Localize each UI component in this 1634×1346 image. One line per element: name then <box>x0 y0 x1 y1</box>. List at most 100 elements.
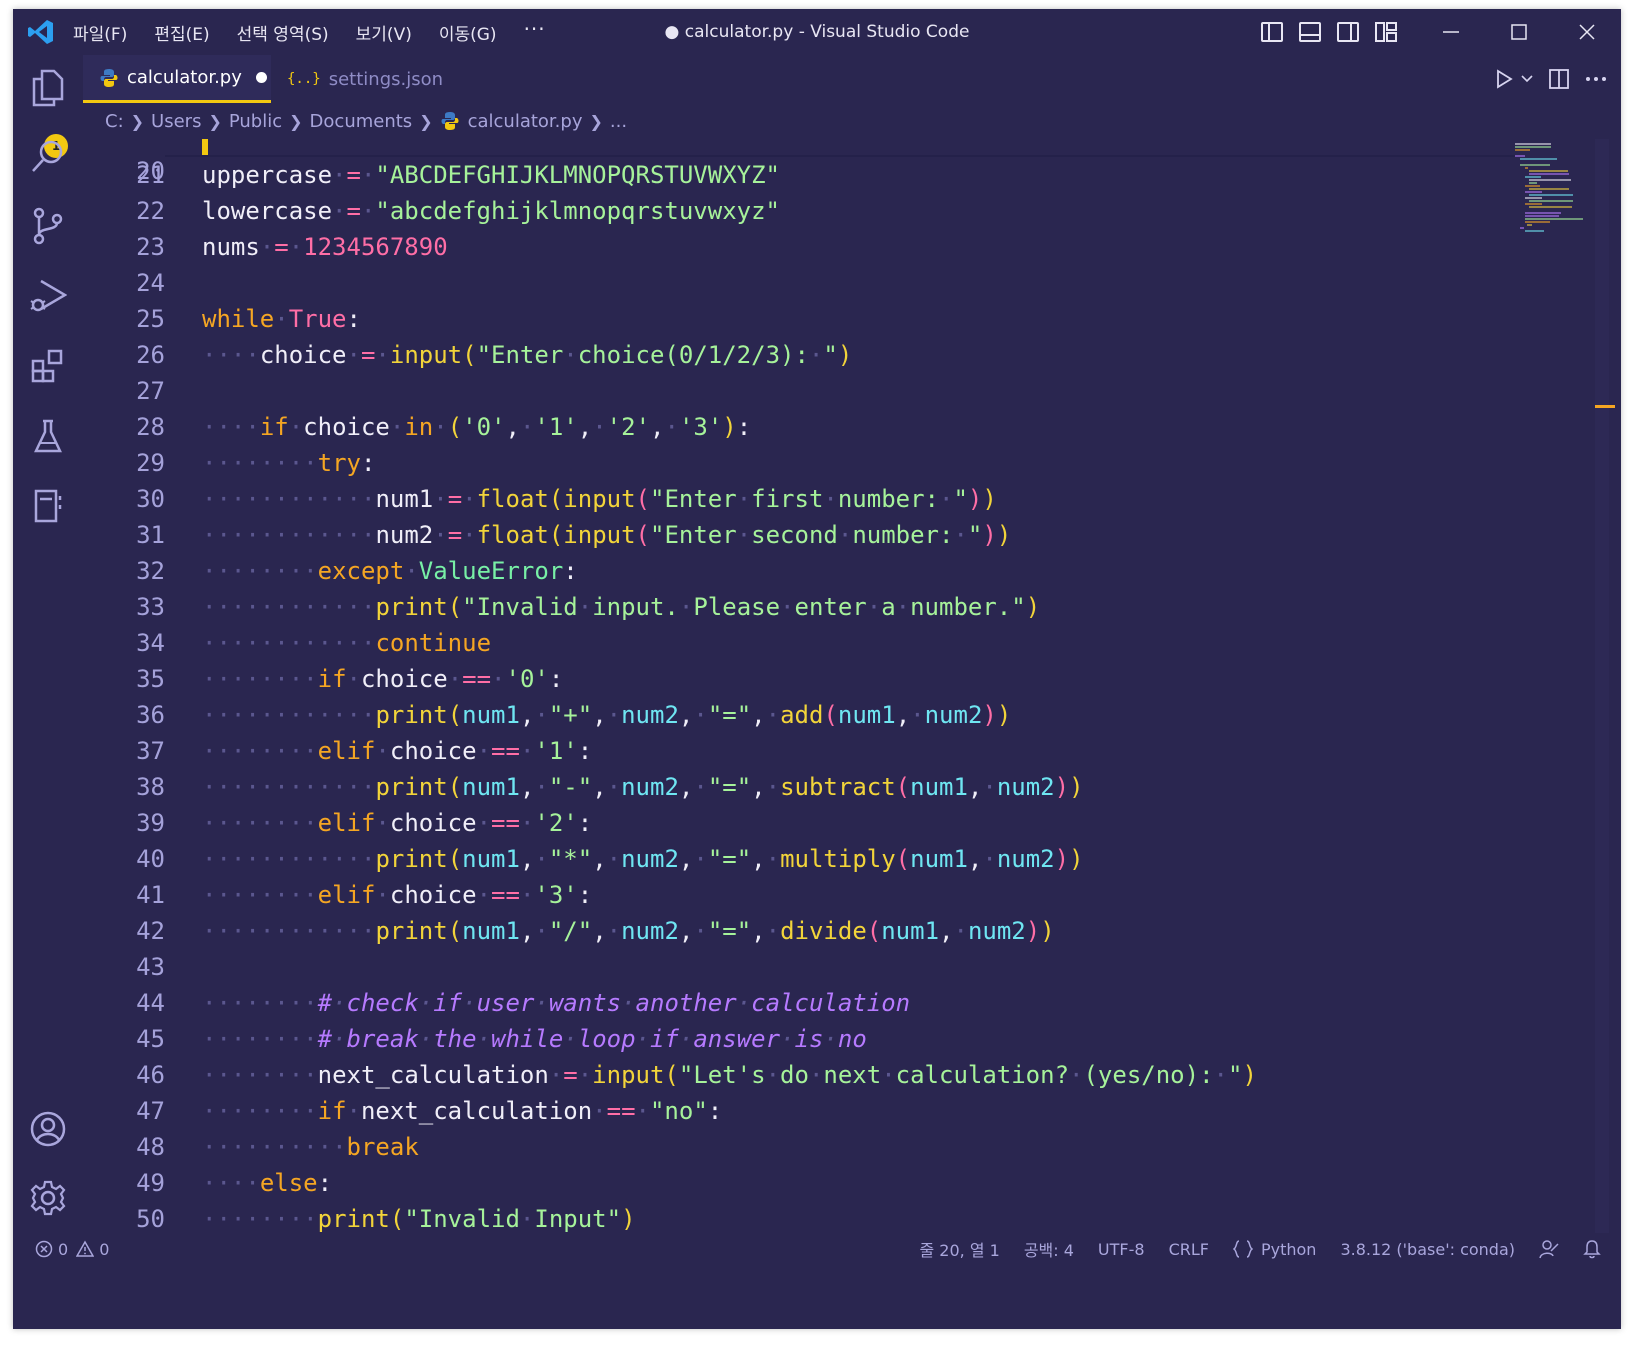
line-number: 29 <box>136 449 165 477</box>
menu-go[interactable]: 이동(G) <box>439 20 497 45</box>
breadcrumb-file[interactable]: calculator.py <box>468 111 583 132</box>
close-icon[interactable] <box>1553 9 1621 55</box>
explorer-icon[interactable] <box>27 67 69 109</box>
code-text[interactable]: ········if·choice·==·'0': <box>202 661 563 697</box>
code-text[interactable]: ············continue <box>202 625 491 661</box>
breadcrumb-symbols[interactable]: ... <box>610 111 627 132</box>
minimap-line <box>1527 224 1532 226</box>
code-text[interactable]: ····choice·=·input("Enter·choice(0/1/2/3… <box>202 337 852 373</box>
code-line: 46 ········next_calculation·=·input("Let'… <box>83 1057 1483 1093</box>
notebook-icon[interactable] <box>27 485 69 527</box>
title-bar: 파일(F) 편집(E) 선택 영역(S) 보기(V) 이동(G) ··· ● c… <box>13 9 1621 55</box>
code-text[interactable]: ········if·next_calculation·==·"no": <box>202 1093 722 1129</box>
editor-tab-bar: calculator.py {..} settings.json <box>83 55 1621 103</box>
code-text[interactable]: ············print(num1,·"/",·num2,·"=",·… <box>202 913 1055 949</box>
code-text[interactable]: ········next_calculation·=·input("Let's·… <box>202 1057 1257 1093</box>
testing-icon[interactable] <box>27 415 69 457</box>
code-line: 39 ········elif·choice·==·'2': <box>83 805 1483 841</box>
feedback-icon[interactable] <box>1539 1239 1559 1259</box>
source-control-icon[interactable] <box>27 205 69 247</box>
maximize-icon[interactable] <box>1485 9 1553 55</box>
toggle-secondary-sidebar-icon[interactable] <box>1329 9 1367 55</box>
code-text[interactable]: ········elif·choice·==·'3': <box>202 877 592 913</box>
code-line: 22 lowercase·=·"abcdefghijklmnopqrstuvwxy… <box>83 193 1483 229</box>
line-number: 23 <box>136 233 165 261</box>
code-line: 33 ············print("Invalid·input.·Plea… <box>83 589 1483 625</box>
minimap-line <box>1529 194 1574 196</box>
python-interpreter[interactable]: 3.8.12 ('base': conda) <box>1340 1240 1515 1259</box>
code-text[interactable]: ········print("Invalid·Input") <box>202 1201 636 1233</box>
customize-layout-icon[interactable] <box>1367 9 1405 55</box>
code-line: 31 ············num2·=·float(input("Enter·… <box>83 517 1483 553</box>
code-text[interactable]: while·True: <box>202 301 361 337</box>
cursor-position[interactable]: 줄 20, 열 1 <box>919 1237 999 1261</box>
code-text[interactable]: ············print(num1,·"+",·num2,·"=",·… <box>202 697 1011 733</box>
code-text[interactable]: lowercase·=·"abcdefghijklmnopqrstuvwxyz" <box>202 193 780 229</box>
breadcrumb-users[interactable]: Users <box>151 111 201 132</box>
menu-edit[interactable]: 편집(E) <box>154 20 209 45</box>
vscode-logo-icon <box>27 18 55 46</box>
minimap-line <box>1529 170 1569 172</box>
line-number: 37 <box>136 737 165 765</box>
vertical-scrollbar[interactable] <box>1595 139 1609 1233</box>
settings-gear-icon[interactable] <box>27 1177 69 1219</box>
code-text[interactable]: ····else: <box>202 1165 332 1201</box>
minimap-line <box>1529 179 1571 181</box>
code-line: 34 ············continue <box>83 625 1483 661</box>
code-text[interactable]: ··········break <box>202 1129 419 1165</box>
code-text[interactable]: ············print(num1,·"*",·num2,·"=",·… <box>202 841 1084 877</box>
notifications-bell-icon[interactable] <box>1583 1239 1601 1259</box>
code-text[interactable]: ············print(num1,·"-",·num2,·"=",·… <box>202 769 1084 805</box>
minimap-line <box>1529 188 1569 190</box>
minimap-line <box>1524 215 1559 217</box>
indentation[interactable]: 공백: 4 <box>1024 1237 1074 1261</box>
code-text[interactable]: ············print("Invalid·input.·Please… <box>202 589 1040 625</box>
problems-indicator[interactable]: 0 0 <box>35 1233 109 1265</box>
code-text[interactable]: ········try: <box>202 445 375 481</box>
code-text[interactable]: nums·=·1234567890 <box>202 229 448 265</box>
run-file-icon[interactable] <box>1495 69 1533 89</box>
unsaved-dot-icon[interactable] <box>255 72 267 83</box>
menu-selection[interactable]: 선택 영역(S) <box>237 20 329 45</box>
minimap-line <box>1524 218 1584 220</box>
breadcrumb-public[interactable]: Public <box>229 111 282 132</box>
menu-file[interactable]: 파일(F) <box>73 20 127 45</box>
run-debug-icon[interactable] <box>27 275 69 317</box>
code-text[interactable]: uppercase·=·"ABCDEFGHIJKLMNOPQRSTUVWXYZ" <box>202 157 780 193</box>
code-line: 47 ········if·next_calculation·==·"no": <box>83 1093 1483 1129</box>
split-editor-icon[interactable] <box>1549 69 1569 89</box>
code-text[interactable]: ········except·ValueError: <box>202 553 578 589</box>
tab-calculator-py[interactable]: calculator.py <box>83 55 271 103</box>
code-text[interactable]: ····if·choice·in·('0',·'1',·'2',·'3'): <box>202 409 751 445</box>
toggle-primary-sidebar-icon[interactable] <box>1253 9 1291 55</box>
code-text[interactable]: ········elif·choice·==·'1': <box>202 733 592 769</box>
menu-view[interactable]: 보기(V) <box>356 20 412 45</box>
line-number: 32 <box>136 557 165 585</box>
chevron-down-icon[interactable] <box>1521 75 1533 83</box>
more-actions-icon[interactable] <box>1585 76 1607 82</box>
code-text[interactable]: ········elif·choice·==·'2': <box>202 805 592 841</box>
encoding[interactable]: UTF-8 <box>1098 1240 1145 1259</box>
account-icon[interactable] <box>27 1108 69 1150</box>
line-number: 31 <box>136 521 165 549</box>
extensions-icon[interactable] <box>27 345 69 387</box>
end-of-line[interactable]: CRLF <box>1169 1240 1209 1259</box>
code-text[interactable]: ············num2·=·float(input("Enter·se… <box>202 517 1011 553</box>
breadcrumb-drive[interactable]: C: <box>105 111 124 132</box>
minimize-icon[interactable] <box>1417 9 1485 55</box>
menu-more[interactable]: ··· <box>524 17 546 41</box>
line-number: 21 <box>136 161 165 189</box>
code-text[interactable]: ········#·check·if·user·wants·another·ca… <box>202 985 910 1021</box>
code-text[interactable]: ············num1·=·float(input("Enter·fi… <box>202 481 997 517</box>
tab-settings-json[interactable]: {..} settings.json <box>271 55 443 103</box>
line-number: 46 <box>136 1061 165 1089</box>
language-mode[interactable]: Python <box>1232 1240 1316 1259</box>
breadcrumb-documents[interactable]: Documents <box>310 111 413 132</box>
search-icon[interactable] <box>27 135 69 177</box>
minimap[interactable] <box>1511 139 1591 249</box>
code-editor[interactable]: 20 21 uppercase·=·"ABCDEFGHIJKLMNOPQRSTUV… <box>83 139 1621 1233</box>
code-text[interactable]: ········#·break·the·while·loop·if·answer… <box>202 1021 867 1057</box>
toggle-panel-icon[interactable] <box>1291 9 1329 55</box>
minimap-line <box>1529 182 1537 184</box>
code-line: 35 ········if·choice·==·'0': <box>83 661 1483 697</box>
